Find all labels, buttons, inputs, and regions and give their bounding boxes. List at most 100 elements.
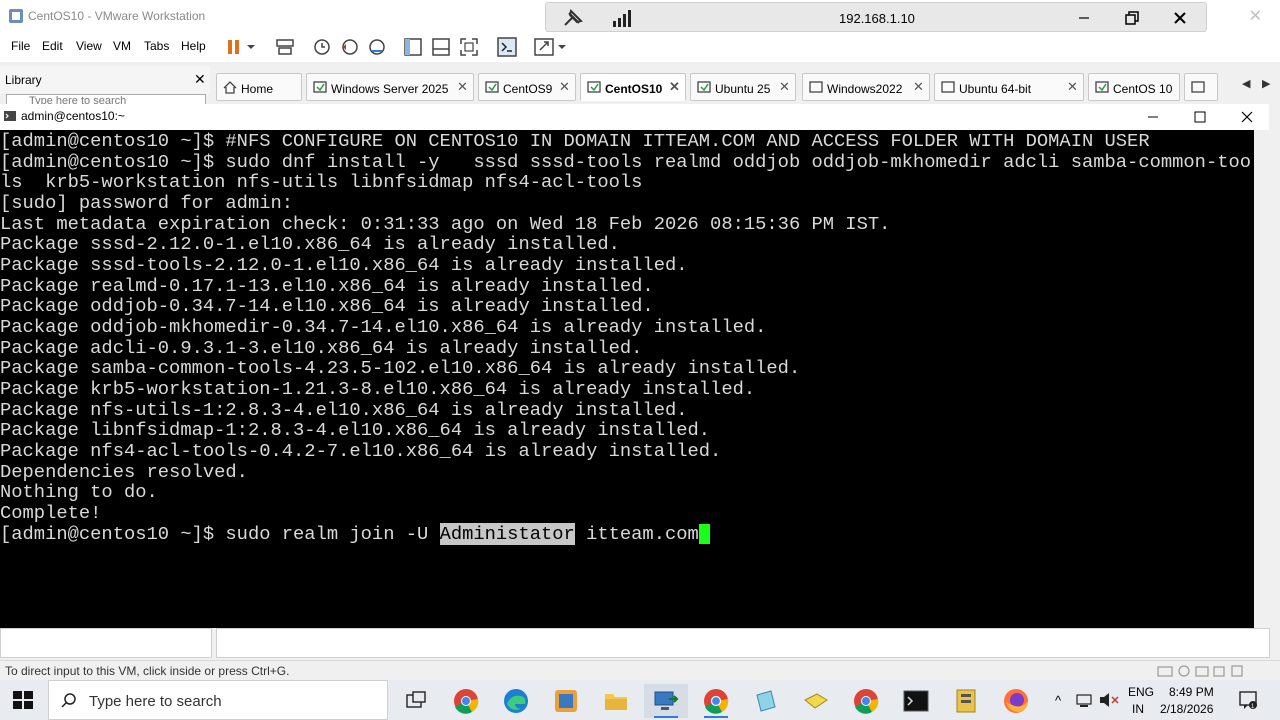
tab-close-icon[interactable]: ✕ [779, 79, 790, 95]
terminal-line: Nothing to do. [0, 481, 158, 503]
status-bar: To direct input to this VM, click inside… [0, 660, 1280, 680]
terminal-line: [admin@centos10 ~]$ sudo dnf install -y … [0, 151, 1252, 173]
menu-edit[interactable]: Edit [42, 39, 63, 53]
tabs-scroll-left-icon[interactable]: ◀ [1242, 77, 1250, 90]
search-icon [61, 693, 76, 708]
menu-vm[interactable]: VM [113, 39, 131, 53]
library-tree[interactable] [0, 628, 212, 658]
menu-view[interactable]: View [76, 39, 102, 53]
tab-windows2022[interactable]: Windows2022 ✕ [802, 73, 930, 101]
rdp-minimize-button[interactable] [1069, 7, 1099, 29]
pause-icon[interactable] [224, 37, 246, 57]
tab-close-icon[interactable]: ✕ [913, 79, 924, 95]
console-maximize-button[interactable] [1185, 107, 1215, 127]
minimize-icon [1148, 116, 1158, 118]
taskbar-search-input[interactable]: Type here to search [48, 680, 388, 720]
tab-home[interactable]: Home [216, 73, 302, 101]
command-prompt-icon[interactable] [894, 684, 938, 718]
terminal-scrollbar[interactable] [1254, 130, 1269, 628]
vm-icon [697, 81, 711, 93]
chevron-down-icon[interactable] [556, 37, 568, 57]
rdp-restore-button[interactable] [1117, 7, 1147, 29]
chrome-alt-icon[interactable] [844, 684, 888, 718]
terminal-line: Package nfs4-acl-tools-0.4.2-7.el10.x86_… [0, 440, 722, 462]
tab-ubuntu-25[interactable]: Ubuntu 25 ✕ [690, 73, 796, 101]
selected-text: Administator [439, 523, 575, 545]
home-icon [223, 81, 237, 94]
terminal-line: Package samba-common-tools-4.23.5-102.el… [0, 357, 801, 379]
tabs-scroll-right-icon[interactable]: ▶ [1262, 77, 1270, 90]
notifications-icon[interactable]: 1 [1238, 690, 1258, 710]
language-indicator[interactable]: ENG [1128, 685, 1154, 699]
snapshot-manager-icon[interactable] [366, 37, 388, 57]
tab-windows-server-2025[interactable]: Windows Server 2025 ✕ [306, 73, 474, 101]
menu-help[interactable]: Help [181, 39, 206, 53]
menu-tabs[interactable]: Tabs [144, 39, 169, 53]
tab-centos10[interactable]: CentOS10 ✕ [580, 73, 686, 101]
clock-date[interactable]: 2/18/2026 [1160, 702, 1213, 716]
menu-file[interactable]: File [11, 39, 30, 53]
tab-centos9[interactable]: CentOS9 ✕ [478, 73, 576, 101]
revert-snapshot-icon[interactable] [339, 37, 361, 57]
vm-icon [485, 81, 499, 93]
chrome-profile-icon[interactable] [694, 684, 738, 718]
close-icon [1174, 12, 1186, 24]
firefox-icon[interactable] [994, 684, 1038, 718]
sticky-notes-icon[interactable] [794, 684, 838, 718]
terminal-line: ls krb5-workstation nfs-utils libnfsidma… [0, 171, 643, 193]
terminal-line: Last metadata expiration check: 0:31:33 … [0, 213, 891, 235]
rdp-connection-bar: 192.168.1.10 [545, 2, 1207, 32]
connection-signal-icon[interactable] [612, 9, 634, 27]
vm-icon [809, 81, 823, 93]
show-hidden-icons-icon[interactable]: ^ [1055, 693, 1061, 708]
remote-desktop-icon[interactable] [644, 684, 688, 718]
clock-time[interactable]: 8:49 PM [1169, 685, 1214, 699]
vmware-app-icon [9, 9, 23, 23]
tab-centos-10[interactable]: CentOS 10 [1088, 73, 1180, 101]
chevron-down-icon[interactable] [244, 37, 258, 57]
thumbnail-view-icon[interactable] [430, 37, 452, 57]
tab-close-icon[interactable]: ✕ [669, 79, 680, 95]
tab-close-icon[interactable]: ✕ [1067, 79, 1078, 95]
library-title: Library [5, 73, 42, 87]
edge-icon[interactable] [494, 684, 538, 718]
window-close-button[interactable]: ✕ [1249, 6, 1262, 26]
terminal-line: [admin@centos10 ~]$ #NFS CONFIGURE ON CE… [0, 130, 1150, 152]
pin-icon[interactable] [562, 8, 584, 28]
tab-overflow[interactable] [1184, 73, 1218, 101]
windows-start-icon[interactable] [12, 690, 34, 710]
rdp-close-button[interactable] [1165, 7, 1195, 29]
tab-ubuntu-64-bit[interactable]: Ubuntu 64-bit ✕ [934, 73, 1084, 101]
terminal[interactable]: [admin@centos10 ~]$ #NFS CONFIGURE ON CE… [0, 130, 1254, 628]
send-ctrl-alt-del-icon[interactable] [274, 37, 296, 57]
notepad-app-icon[interactable] [744, 684, 788, 718]
terminal-cursor [698, 524, 710, 544]
console-close-button[interactable] [1232, 107, 1262, 127]
terminal-line: [sudo] password for admin: [0, 192, 294, 214]
server-manager-icon[interactable] [944, 684, 988, 718]
chrome-icon[interactable] [444, 684, 488, 718]
snapshot-icon[interactable] [311, 37, 333, 57]
terminal-icon [4, 111, 16, 121]
system-tray-icons[interactable] [1076, 692, 1126, 708]
console-view-icon[interactable] [496, 37, 518, 57]
vm-icon [941, 81, 955, 93]
vmware-taskbar-icon[interactable] [544, 684, 588, 718]
console-minimize-button[interactable] [1138, 107, 1168, 127]
full-screen-icon[interactable] [458, 37, 480, 57]
tab-close-icon[interactable]: ✕ [559, 79, 570, 95]
library-view-icon[interactable] [402, 37, 424, 57]
library-search-input[interactable]: Type here to search [6, 94, 206, 104]
device-status-icons[interactable] [1156, 664, 1246, 678]
vm-tabs-bar: Home Windows Server 2025 ✕ CentOS9 ✕ Cen… [212, 70, 1280, 104]
window-title: CentOS10 - VMware Workstation [28, 9, 206, 23]
task-view-icon[interactable] [394, 684, 438, 718]
stretch-view-icon[interactable] [533, 37, 555, 57]
status-message: To direct input to this VM, click inside… [5, 664, 290, 678]
input-region-indicator[interactable]: IN [1132, 702, 1144, 716]
vm-icon [313, 81, 327, 93]
library-close-button[interactable]: ✕ [194, 71, 206, 88]
terminal-line: Package krb5-workstation-1.21.3-8.el10.x… [0, 378, 756, 400]
tab-close-icon[interactable]: ✕ [457, 79, 468, 95]
file-explorer-icon[interactable] [594, 684, 638, 718]
